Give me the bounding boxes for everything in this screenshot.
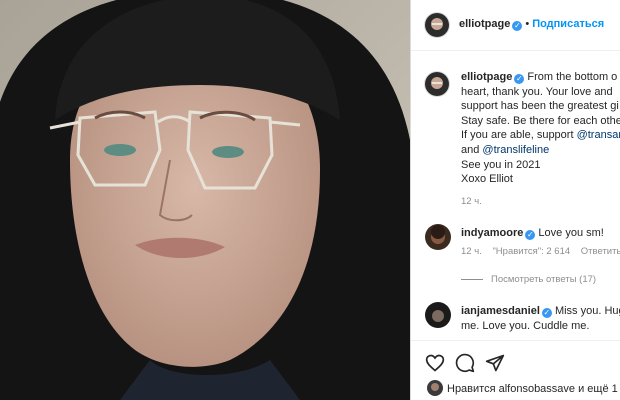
separator-dot: • — [525, 18, 530, 30]
comment-text: Love you sm! — [538, 227, 604, 239]
comment-avatar[interactable] — [425, 224, 451, 250]
action-bar: Нравится alfonsobassave и ещё 1 5 — [411, 340, 620, 400]
comment-item: indyamoore ✓ Love you sm! 12 ч. "Нравится… — [425, 224, 620, 264]
caption-line: and — [461, 143, 483, 156]
instagram-post: elliotpage ✓ • Подписаться elliotpage ✓ From… — [0, 0, 620, 400]
avatar-image — [427, 380, 443, 396]
comment-username[interactable]: indyamoore — [461, 227, 523, 239]
comment-text: Miss you. Hug — [554, 305, 620, 317]
comment-text: me. Love you. Cuddle me. — [461, 320, 590, 332]
caption-username[interactable]: elliotpage — [461, 71, 512, 83]
follow-button[interactable]: Подписаться — [532, 18, 604, 30]
comment-icon[interactable] — [455, 353, 475, 373]
avatar-image — [425, 302, 451, 328]
verified-icon: ✓ — [512, 21, 523, 31]
caption-link[interactable]: @translifeline — [482, 144, 549, 156]
caption-line: Stay safe. Be there for each othe — [461, 114, 620, 127]
avatar-image — [425, 13, 449, 37]
caption-line: See you in 2021 — [461, 158, 541, 171]
post-header: elliotpage ✓ • Подписаться — [411, 0, 620, 51]
likes-text[interactable]: Нравится alfonsobassave и ещё 1 5 — [447, 383, 620, 395]
caption: elliotpage ✓ From the bottom o heart, tha… — [461, 70, 620, 209]
caption-line: heart, thank you. Your love and — [461, 85, 613, 98]
comment-likes[interactable]: "Нравится": 2 614 — [492, 246, 570, 257]
verified-icon: ✓ — [525, 230, 536, 240]
header-avatar[interactable] — [425, 13, 449, 37]
caption-time[interactable]: 12 ч. — [461, 195, 620, 210]
avatar-image — [425, 224, 451, 250]
verified-icon: ✓ — [514, 74, 525, 84]
comment-avatar[interactable] — [425, 302, 451, 328]
header-username[interactable]: elliotpage — [459, 18, 510, 30]
caption-link[interactable]: @transar — [577, 129, 620, 141]
comment-username[interactable]: ianjamesdaniel — [461, 305, 540, 317]
caption-line: support has been the greatest gi — [461, 100, 619, 113]
comment-item: ianjamesdaniel ✓ Miss you. Hug me. Love yo… — [425, 302, 620, 338]
caption-line: Xoxo Elliot — [461, 173, 513, 186]
view-replies-label: Посмотреть ответы (17) — [491, 274, 597, 285]
caption-line: From the bottom o — [527, 71, 618, 83]
view-replies[interactable]: Посмотреть ответы (17) — [461, 274, 596, 285]
caption-line: If you are able, support — [461, 129, 577, 142]
post-sidebar: elliotpage ✓ • Подписаться elliotpage ✓ From… — [410, 0, 620, 400]
likes-avatar[interactable] — [427, 380, 443, 396]
post-photo[interactable] — [0, 0, 410, 400]
verified-icon: ✓ — [541, 308, 552, 318]
heart-icon[interactable] — [425, 353, 445, 373]
avatar-image — [425, 72, 449, 96]
caption-avatar[interactable] — [425, 72, 449, 96]
share-icon[interactable] — [485, 353, 505, 373]
replies-line — [461, 278, 483, 280]
comment-time[interactable]: 12 ч. — [461, 246, 482, 257]
portrait-illustration — [0, 0, 410, 400]
reply-button[interactable]: Ответить — [581, 246, 620, 257]
